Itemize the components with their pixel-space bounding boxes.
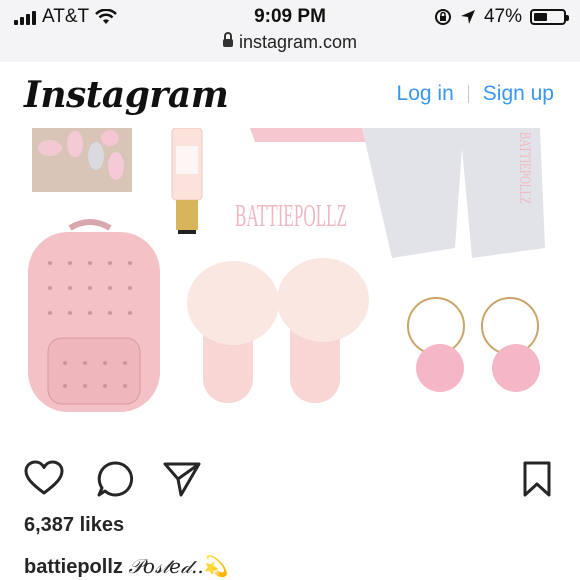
image-watermark: BATTIEPOLLZ <box>235 197 347 233</box>
instagram-logo[interactable]: Instagram <box>24 74 229 116</box>
lip-oil-image <box>171 128 203 234</box>
backpack-image <box>28 219 160 412</box>
orientation-lock-icon <box>434 9 451 25</box>
battery-icon <box>530 9 569 25</box>
status-bar: AT&T 9:09 PM 47% instagram.com <box>0 0 580 62</box>
url-bar[interactable]: instagram.com <box>0 32 580 53</box>
battery-percent: 47% <box>483 6 522 27</box>
caption-username[interactable]: battiepollz <box>24 556 123 578</box>
post-image[interactable]: BATTIEPOLLZ BATTIEPOLLZ <box>0 128 580 446</box>
share-icon[interactable] <box>162 460 202 498</box>
location-icon <box>460 10 475 24</box>
post-actions <box>0 456 580 504</box>
nails-image <box>32 128 132 192</box>
login-link[interactable]: Log in <box>397 82 454 106</box>
lock-icon <box>222 32 233 47</box>
caption-text: 𝒫𝑜𝓈𝓉𝑒𝒹.. <box>128 554 204 578</box>
post-caption: battiepollz 𝒫𝑜𝓈𝓉𝑒𝒹..💫 <box>24 554 229 579</box>
pom-pom-earrings-image <box>407 297 540 392</box>
svg-text:BATTIEPOLLZ: BATTIEPOLLZ <box>516 132 533 204</box>
signup-link[interactable]: Sign up <box>483 82 554 106</box>
biker-shorts-image: BATTIEPOLLZ <box>362 128 545 258</box>
instagram-header: Instagram Log in Sign up <box>0 62 580 129</box>
likes-count[interactable]: 6,387 likes <box>24 514 124 537</box>
bookmark-icon[interactable] <box>522 460 552 498</box>
comment-icon[interactable] <box>96 460 134 498</box>
url-text: instagram.com <box>238 32 358 52</box>
fur-slides-image <box>187 258 369 403</box>
header-divider <box>467 85 469 103</box>
heart-icon[interactable] <box>24 460 64 496</box>
dizzy-emoji: 💫 <box>203 556 229 578</box>
